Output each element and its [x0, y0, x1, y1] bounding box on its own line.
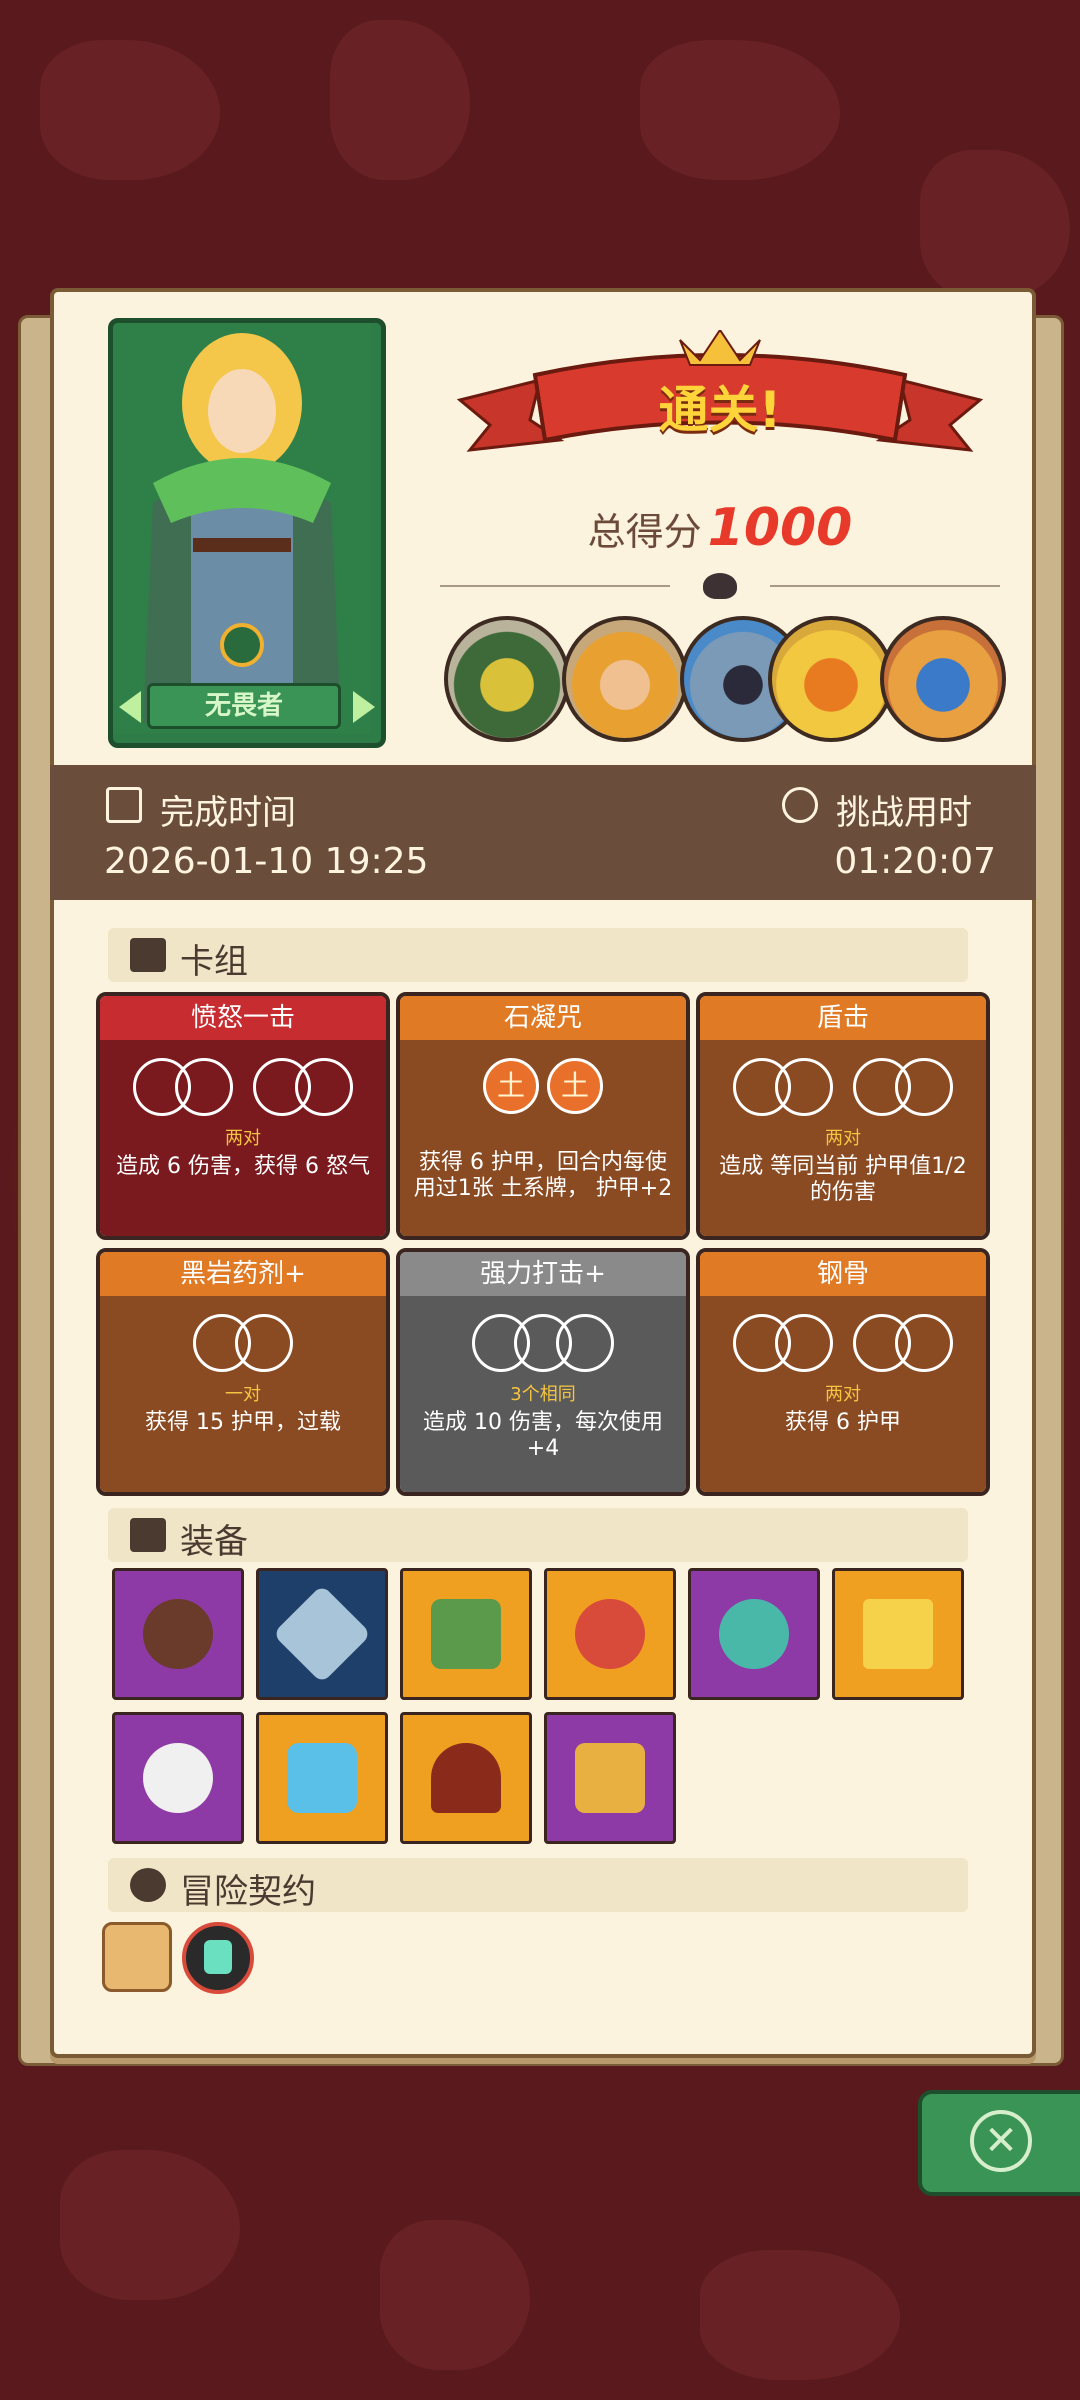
card-description: 获得 15 护甲，过载 [145, 1410, 341, 1435]
equipment-title: 装备 [180, 1522, 248, 1562]
close-icon: ✕ [970, 2110, 1032, 2172]
card-condition: 3个相同 [510, 1384, 576, 1405]
crystal-shield-icon[interactable] [256, 1712, 388, 1844]
score-row: 总得分 1000 [460, 498, 980, 558]
next-hero-icon[interactable] [353, 691, 375, 723]
dice-slots [100, 1058, 386, 1118]
equipment-section-header: 装备 [108, 1508, 968, 1562]
person-icon [130, 1868, 166, 1902]
prev-hero-icon[interactable] [119, 691, 141, 723]
demon-mask-icon[interactable] [688, 1568, 820, 1700]
boss-2-icon[interactable] [562, 616, 688, 742]
divider-right [770, 585, 1000, 587]
card-description: 造成 10 伤害，每次使用 +4 [423, 1410, 663, 1461]
card-1[interactable]: 愤怒一击 两对 造成 6 伤害，获得 6 怒气 [96, 992, 390, 1240]
hero-portrait-icon [113, 323, 371, 733]
victory-banner: 通关! [450, 330, 990, 490]
card-condition: 两对 [825, 1128, 861, 1149]
scroll-icon[interactable] [102, 1922, 172, 1992]
time-bar: 完成时间 挑战用时 2026-01-10 19:25 01:20:07 [50, 765, 1036, 900]
card-title: 盾击 [700, 996, 986, 1040]
hero-name: 无畏者 [147, 683, 341, 729]
card-5[interactable]: 强力打击+ 3个相同 造成 10 伤害，每次使用 +4 [396, 1248, 690, 1496]
duration-value: 01:20:07 [834, 841, 996, 882]
dice-slots [700, 1058, 986, 1118]
dice-slots [100, 1314, 386, 1374]
finish-time-label: 完成时间 [160, 793, 296, 833]
bg-decor [920, 150, 1070, 300]
bg-decor [700, 2250, 900, 2380]
hero-card[interactable]: 无畏者 [108, 318, 386, 748]
boss-5-icon[interactable] [880, 616, 1006, 742]
potion-icon[interactable] [182, 1922, 254, 1994]
score-label: 总得分 [587, 510, 702, 554]
card-condition: 一对 [225, 1384, 261, 1405]
card-3[interactable]: 盾击 两对 造成 等同当前 护甲值1/2的伤害 [696, 992, 990, 1240]
cards-icon [130, 938, 166, 972]
bg-decor [40, 40, 220, 180]
card-title: 石凝咒 [400, 996, 686, 1040]
crown-icon[interactable] [832, 1568, 964, 1700]
card-6[interactable]: 钢骨 两对 获得 6 护甲 [696, 1248, 990, 1496]
card-condition: 两对 [825, 1384, 861, 1405]
calendar-icon [106, 787, 142, 823]
card-2[interactable]: 石凝咒 土土 获得 6 护甲，回合内每使用过1张 土系牌， 护甲+2 [396, 992, 690, 1240]
bg-decor [640, 40, 840, 180]
card-description: 造成 6 伤害，获得 6 怒气 [116, 1154, 370, 1179]
bg-decor [380, 2220, 530, 2370]
card-title: 钢骨 [700, 1252, 986, 1296]
card-description: 获得 6 护甲，回合内每使用过1张 土系牌， 护甲+2 [413, 1150, 673, 1201]
card-title: 黑岩药剂+ [100, 1252, 386, 1296]
claw-gauntlet-icon[interactable] [544, 1712, 676, 1844]
button-shield-icon[interactable] [112, 1568, 244, 1700]
duration-label: 挑战用时 [836, 793, 972, 833]
dice-slots [400, 1314, 686, 1374]
snowflake-emblem-icon[interactable] [256, 1568, 388, 1700]
cube-icon [130, 1518, 166, 1552]
skull-icon [703, 573, 737, 599]
card-4[interactable]: 黑岩药剂+ 一对 获得 15 护甲，过载 [96, 1248, 390, 1496]
victory-title: 通关! [658, 381, 782, 439]
finish-time-value: 2026-01-10 19:25 [104, 841, 429, 882]
shattered-skull-icon[interactable] [112, 1712, 244, 1844]
boss-4-icon[interactable] [768, 616, 894, 742]
deck-title: 卡组 [180, 942, 248, 982]
divider-left [440, 585, 670, 587]
meat-leg-icon[interactable] [544, 1568, 676, 1700]
bg-decor [60, 2150, 240, 2300]
dice-slots: 土土 [400, 1058, 686, 1118]
moss-stone-icon[interactable] [400, 1568, 532, 1700]
card-description: 造成 等同当前 护甲值1/2的伤害 [719, 1154, 967, 1205]
boss-1-icon[interactable] [444, 616, 570, 742]
card-title: 强力打击+ [400, 1252, 686, 1296]
card-description: 获得 6 护甲 [785, 1410, 901, 1435]
close-button[interactable]: ✕ [918, 2090, 1080, 2196]
stopwatch-icon [782, 787, 818, 823]
hood-icon[interactable] [400, 1712, 532, 1844]
bg-decor [330, 20, 470, 180]
card-title: 愤怒一击 [100, 996, 386, 1040]
dice-slots [700, 1314, 986, 1374]
score-value: 1000 [707, 498, 853, 558]
contract-title: 冒险契约 [180, 1872, 316, 1912]
contract-section-header: 冒险契约 [108, 1858, 968, 1912]
card-condition: 两对 [225, 1128, 261, 1149]
deck-section-header: 卡组 [108, 928, 968, 982]
